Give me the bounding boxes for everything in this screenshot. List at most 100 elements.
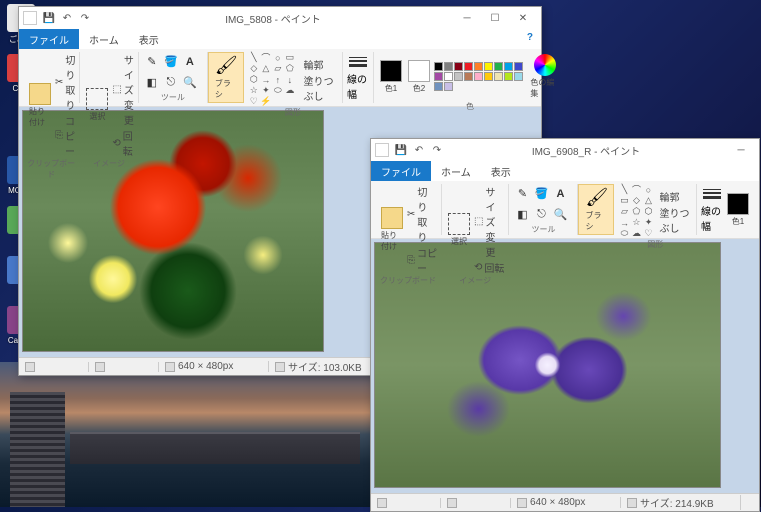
minimize-button[interactable]: ─	[727, 140, 755, 160]
color1-button[interactable]: 色1	[378, 58, 404, 96]
cut-button[interactable]: ✂切り取り	[55, 52, 75, 112]
palette-swatch[interactable]	[464, 72, 473, 81]
palette-swatch[interactable]	[464, 62, 473, 71]
eraser-icon[interactable]: ◧	[513, 205, 531, 223]
status-dimensions: 640 × 480px	[178, 361, 233, 372]
palette-swatch[interactable]	[444, 82, 453, 91]
fill-icon[interactable]: 🪣	[162, 53, 180, 71]
resize-button[interactable]: ⬚サイズ変更	[112, 52, 133, 127]
tab-home[interactable]: ホーム	[79, 29, 129, 49]
rotate-button[interactable]: ⟲回転	[112, 128, 133, 158]
palette-swatch[interactable]	[494, 62, 503, 71]
group-shapes: ╲⌒○▭◇ △▱⬠⬡→ ☆✦⬭☁♡ 輪郭 塗りつぶし 図形	[614, 184, 697, 235]
color-palette[interactable]	[434, 62, 526, 91]
cut-button[interactable]: ✂切り取り	[407, 184, 437, 244]
maximize-button[interactable]: ☐	[481, 8, 509, 28]
picker-icon[interactable]: ⎋	[162, 73, 180, 91]
copy-button[interactable]: ⎘コピー	[55, 113, 75, 158]
paste-button[interactable]: 貼り付け	[379, 205, 405, 254]
scissors-icon: ✂	[55, 77, 63, 88]
titlebar[interactable]: 💾 ↶ ↷ IMG_5808 - ペイント ─ ☐ ✕	[19, 7, 541, 29]
copy-button[interactable]: ⎘コピー	[407, 245, 437, 275]
copy-icon: ⎘	[407, 255, 415, 266]
titlebar[interactable]: 💾 ↶ ↷ IMG_6908_R - ペイント ─	[371, 139, 759, 161]
fill-icon[interactable]: 🪣	[532, 185, 550, 203]
color2-button[interactable]: 色2	[406, 58, 432, 96]
minimize-button[interactable]: ─	[453, 8, 481, 28]
group-stroke: 線の幅	[343, 52, 374, 103]
pencil-icon[interactable]: ✎	[513, 185, 531, 203]
undo-icon[interactable]: ↶	[59, 10, 75, 26]
palette-swatch[interactable]	[514, 72, 523, 81]
rotate-button[interactable]: ⟲回転	[474, 260, 504, 275]
palette-swatch[interactable]	[504, 72, 513, 81]
tab-view[interactable]: 表示	[129, 29, 169, 49]
brush-icon: 🖌	[585, 187, 607, 209]
palette-swatch[interactable]	[494, 72, 503, 81]
palette-swatch[interactable]	[504, 62, 513, 71]
palette-swatch[interactable]	[514, 62, 523, 71]
save-icon[interactable]: 💾	[393, 142, 409, 158]
palette-swatch[interactable]	[474, 62, 483, 71]
group-label: イメージ	[93, 158, 125, 169]
ribbon-tabs: ファイル ホーム 表示 ?	[19, 29, 541, 49]
edit-colors-button[interactable]: 色の編集	[528, 52, 562, 101]
palette-swatch[interactable]	[434, 82, 443, 91]
save-icon[interactable]: 💾	[41, 10, 57, 26]
ribbon-tabs: ファイル ホーム 表示	[371, 161, 759, 181]
paste-button[interactable]: 貼り付け	[27, 81, 53, 130]
text-icon[interactable]: A	[551, 185, 569, 203]
magnifier-icon[interactable]: 🔍	[551, 205, 569, 223]
app-icon	[23, 11, 37, 25]
shape-fill-button[interactable]: 塗りつぶし	[659, 205, 692, 235]
pencil-icon[interactable]: ✎	[143, 53, 161, 71]
palette-swatch[interactable]	[434, 72, 443, 81]
undo-icon[interactable]: ↶	[411, 142, 427, 158]
tab-file[interactable]: ファイル	[371, 161, 431, 181]
select-button[interactable]: 選択	[84, 86, 110, 124]
picker-icon[interactable]: ⎋	[532, 205, 550, 223]
brushes-button[interactable]: 🖌ブラシ	[213, 53, 239, 102]
palette-swatch[interactable]	[484, 72, 493, 81]
group-label: イメージ	[459, 275, 491, 286]
palette-swatch[interactable]	[434, 62, 443, 71]
filesize-icon	[275, 362, 285, 372]
group-label: ツール	[161, 92, 185, 103]
group-label: 図形	[647, 239, 663, 250]
stroke-width-button[interactable]: 線の幅	[347, 55, 369, 101]
shape-outline-button[interactable]: 輪郭	[659, 189, 692, 204]
group-label: ツール	[531, 224, 555, 235]
magnifier-icon[interactable]: 🔍	[181, 73, 199, 91]
resize-button[interactable]: ⬚サイズ変更	[474, 184, 504, 259]
brushes-button[interactable]: 🖌ブラシ	[583, 185, 609, 234]
shape-gallery[interactable]: ╲⌒○▭◇ △▱⬠⬡→ ☆✦⬭☁♡	[618, 184, 657, 239]
palette-swatch[interactable]	[444, 72, 453, 81]
shape-gallery[interactable]: ╲⌒○▭◇△ ▱⬠⬡→↑↓ ☆✦⬭☁♡⚡	[248, 52, 302, 107]
shape-fill-button[interactable]: 塗りつぶし	[303, 73, 337, 103]
color1-button[interactable]: 色1	[725, 191, 751, 229]
group-shapes: ╲⌒○▭◇△ ▱⬠⬡→↑↓ ☆✦⬭☁♡⚡ 輪郭 塗りつぶし 図形	[244, 52, 343, 103]
shape-outline-button[interactable]: 輪郭	[303, 57, 337, 72]
help-button[interactable]: ?	[519, 29, 541, 49]
palette-swatch[interactable]	[484, 62, 493, 71]
background-photo-city	[0, 362, 370, 507]
palette-swatch[interactable]	[444, 62, 453, 71]
palette-swatch[interactable]	[454, 62, 463, 71]
palette-swatch[interactable]	[454, 72, 463, 81]
tab-file[interactable]: ファイル	[19, 29, 79, 49]
palette-swatch[interactable]	[474, 72, 483, 81]
redo-icon[interactable]: ↷	[429, 142, 445, 158]
close-button[interactable]: ✕	[509, 8, 537, 28]
group-label: 色	[466, 101, 474, 112]
ribbon: 貼り付け ✂切り取り ⎘コピー クリップボード 選択 ⬚サイズ変更 ⟲回転 イメ…	[371, 181, 759, 239]
stroke-width-button[interactable]: 線の幅	[701, 187, 723, 233]
text-icon[interactable]: A	[181, 53, 199, 71]
select-button[interactable]: 選択	[446, 211, 472, 249]
brush-icon: 🖌	[215, 55, 237, 77]
tab-home[interactable]: ホーム	[431, 161, 481, 181]
rotate-icon: ⟲	[112, 138, 120, 149]
tab-view[interactable]: 表示	[481, 161, 521, 181]
redo-icon[interactable]: ↷	[77, 10, 93, 26]
eraser-icon[interactable]: ◧	[143, 73, 161, 91]
app-icon	[375, 143, 389, 157]
